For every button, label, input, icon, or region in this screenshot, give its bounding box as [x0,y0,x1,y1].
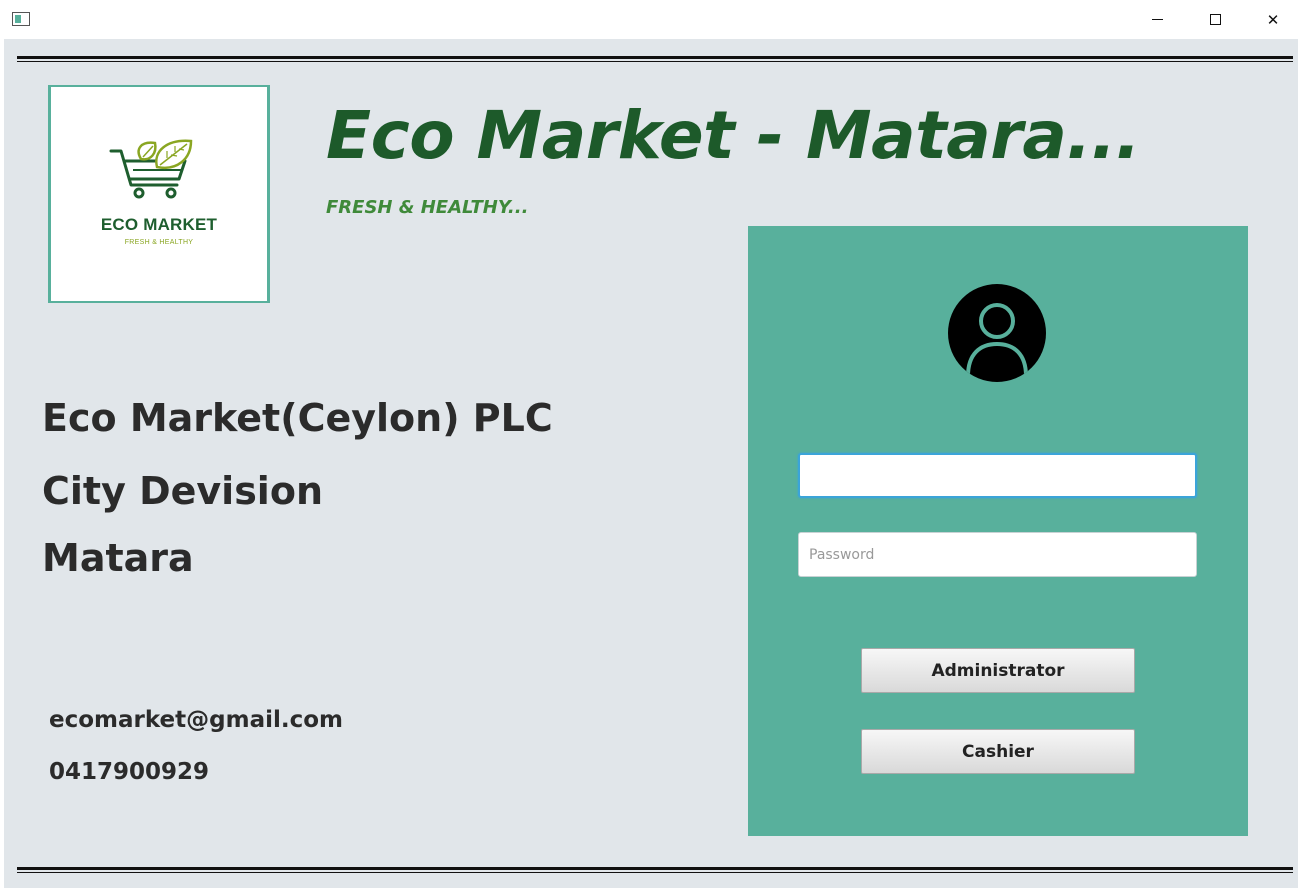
bottom-divider [17,867,1293,873]
logo-tagline: FRESH & HEALTHY [124,239,194,246]
maximize-icon [1209,14,1221,25]
top-divider [17,56,1293,62]
contact-email: ecomarket@gmail.com [49,707,343,733]
page-subtitle: FRESH & HEALTHY... [326,197,529,218]
contact-phone: 0417900929 [49,759,210,785]
window-titlebar: ✕ [0,0,1298,39]
password-input[interactable] [798,532,1197,577]
shopping-cart-leaf-icon [109,139,193,199]
cashier-button[interactable]: Cashier [861,729,1135,774]
maximize-button[interactable] [1186,0,1244,39]
company-name: Eco Market(Ceylon) PLC [42,396,553,440]
user-avatar-icon [948,284,1046,382]
main-content: ECO MARKET FRESH & HEALTHY Eco Market - … [4,39,1298,888]
minimize-button[interactable] [1128,0,1186,39]
login-panel: Administrator Cashier [748,226,1248,836]
administrator-button[interactable]: Administrator [861,648,1135,693]
minimize-icon [1151,19,1163,20]
app-icon [12,12,30,26]
company-city: Matara [42,536,194,580]
close-button[interactable]: ✕ [1244,0,1298,39]
company-division: City Devision [42,469,323,513]
logo-name: ECO MARKET [100,215,218,234]
close-icon: ✕ [1266,10,1280,29]
logo: ECO MARKET FRESH & HEALTHY [48,85,270,303]
page-title: Eco Market - Matara... [326,97,1141,174]
username-input[interactable] [798,453,1197,498]
